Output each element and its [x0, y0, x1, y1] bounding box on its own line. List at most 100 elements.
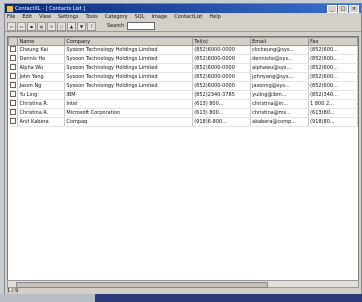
row-checkbox[interactable]	[8, 54, 19, 64]
cell-email: jasonng@sys...	[250, 81, 310, 91]
cell-email: yuling@ibm...	[250, 90, 310, 100]
cell-fax: (852)600...	[308, 81, 358, 91]
table-row[interactable]: Dennis Ho Sysoon Technology Holdings Lim…	[8, 54, 358, 64]
column-header-email[interactable]: Email	[250, 37, 310, 46]
cell-name: Christina R.	[17, 99, 66, 109]
cell-company: Sysoon Technology Holdings Limited	[64, 72, 194, 82]
table-row[interactable]: Yu Ling IBM (852)2340-3785 yuling@ibm...…	[8, 90, 358, 100]
save-icon[interactable]: ▪	[27, 21, 36, 31]
cell-tel: (852)6000-0000	[192, 81, 252, 91]
search-input[interactable]	[127, 22, 156, 30]
cell-name: Anit Kabera	[17, 117, 66, 127]
up-icon[interactable]: ▲	[67, 21, 76, 31]
menu-category[interactable]: Category	[105, 14, 128, 20]
menu-tools[interactable]: Tools	[85, 14, 97, 20]
table-row[interactable]: John Yang Sysoon Technology Holdings Lim…	[8, 72, 358, 82]
menu-image[interactable]: Image	[152, 14, 168, 20]
delete-icon[interactable]: ×	[47, 21, 56, 31]
column-header-company[interactable]: Company	[64, 37, 194, 46]
close-button[interactable]: ×	[349, 4, 359, 13]
header-row: Name Company Tel(o) Email Fax	[7, 37, 358, 46]
row-checkbox[interactable]	[8, 81, 19, 91]
cell-fax: (852)600...	[308, 45, 358, 55]
cell-company: Sysoon Technology Holdings Limited	[64, 45, 194, 55]
row-checkbox[interactable]	[8, 99, 19, 109]
column-header-name[interactable]: Name	[17, 37, 66, 46]
cell-company: Sysoon Technology Holdings Limited	[64, 54, 194, 64]
taskbar	[0, 294, 362, 302]
cell-fax: (852)600...	[308, 63, 358, 73]
cell-tel: (852)6000-0000	[192, 45, 252, 55]
cell-tel: (918)6-800...	[192, 117, 252, 127]
down-icon[interactable]: ▼	[77, 21, 86, 31]
select-column-header[interactable]	[7, 37, 19, 46]
taskbar-active-area	[95, 294, 362, 302]
cell-company: Microsoft Corporation	[64, 108, 194, 118]
cell-fax: (918)80...	[308, 117, 358, 127]
cell-email: dennisho@sys...	[250, 54, 310, 64]
table-row[interactable]: Cheung Kai Sysoon Technology Holdings Li…	[8, 45, 358, 55]
table-row[interactable]: Christina R. Microsoft Corporation (613)…	[8, 108, 358, 118]
cell-name: Jason Ng	[17, 81, 66, 91]
cell-fax: (852)340...	[308, 90, 358, 100]
new-icon[interactable]: ▫	[7, 21, 16, 31]
cell-fax: (613)80...	[308, 108, 358, 118]
title-bar: ContactXL - [ Contacts List ] _ □ ×	[5, 4, 361, 13]
menu-file[interactable]: File	[7, 14, 15, 20]
column-header-fax[interactable]: Fax	[308, 37, 358, 46]
cell-company: Intel	[64, 99, 194, 109]
menu-view[interactable]: View	[39, 14, 51, 20]
menu-bar: File Edit View Settings Tools Category S…	[5, 13, 361, 21]
app-icon	[7, 5, 13, 12]
cell-tel: (852)6000-0000	[192, 72, 252, 82]
menu-settings[interactable]: Settings	[58, 14, 79, 20]
maximize-button[interactable]: □	[338, 4, 348, 13]
cell-tel: (852)2340-3785	[192, 90, 252, 100]
cell-fax: 1 800 2...	[308, 99, 358, 109]
row-checkbox[interactable]	[8, 108, 19, 118]
cell-email: christina@ms...	[250, 108, 310, 118]
app-window: ContactXL - [ Contacts List ] _ □ × File…	[4, 3, 362, 295]
cell-tel: (613) 800...	[192, 99, 252, 109]
row-checkbox[interactable]	[8, 90, 19, 100]
table-row[interactable]: Alpha Wu Sysoon Technology Holdings Limi…	[8, 63, 358, 73]
menu-contactlist[interactable]: ContactList	[174, 14, 202, 20]
row-checkbox[interactable]	[8, 45, 19, 55]
cell-name: Alpha Wu	[17, 63, 66, 73]
cell-company: IBM	[64, 90, 194, 100]
cell-email: johnyang@sys...	[250, 72, 310, 82]
horizontal-scrollbar[interactable]	[7, 280, 359, 288]
search-label: Search	[107, 23, 125, 29]
help-icon[interactable]: ?	[87, 21, 96, 31]
row-checkbox[interactable]	[8, 72, 19, 82]
cell-email: ckcheung@sys...	[250, 45, 310, 55]
cell-fax: (852)600...	[308, 72, 358, 82]
print-icon[interactable]: ▤	[37, 21, 46, 31]
cell-email: christina@in...	[250, 99, 310, 109]
cell-tel: (852)6000-0000	[192, 63, 252, 73]
row-checkbox[interactable]	[8, 117, 19, 127]
minimize-button[interactable]: _	[327, 4, 337, 13]
open-icon[interactable]: ▭	[17, 21, 26, 31]
table-row[interactable]: Jason Ng Sysoon Technology Holdings Limi…	[8, 81, 358, 91]
cell-name: John Yang	[17, 72, 66, 82]
cell-company: Sysoon Technology Holdings Limited	[64, 81, 194, 91]
cell-name: Dennis Ho	[17, 54, 66, 64]
cell-email: akabera@comp...	[250, 117, 310, 127]
menu-sql[interactable]: SQL	[135, 14, 145, 20]
table-row[interactable]: Anit Kabera Compaq (918)6-800... akabera…	[8, 117, 358, 127]
menu-help[interactable]: Help	[209, 14, 220, 20]
window-title: ContactXL - [ Contacts List ]	[15, 5, 86, 12]
contacts-grid: Name Company Tel(o) Email Fax Cheung Kai…	[7, 36, 359, 281]
column-header-tel[interactable]: Tel(o)	[192, 37, 252, 46]
find-icon[interactable]: ○	[57, 21, 66, 31]
row-checkbox[interactable]	[8, 63, 19, 73]
cell-company: Sysoon Technology Holdings Limited	[64, 63, 194, 73]
cell-tel: (613) 800...	[192, 108, 252, 118]
menu-edit[interactable]: Edit	[22, 14, 32, 20]
cell-email: alphawu@sys...	[250, 63, 310, 73]
cell-name: Yu Ling	[17, 90, 66, 100]
table-row[interactable]: Christina R. Intel (613) 800... christin…	[8, 99, 358, 109]
cell-tel: (852)6000-0000	[192, 54, 252, 64]
cell-fax: (852)600...	[308, 54, 358, 64]
